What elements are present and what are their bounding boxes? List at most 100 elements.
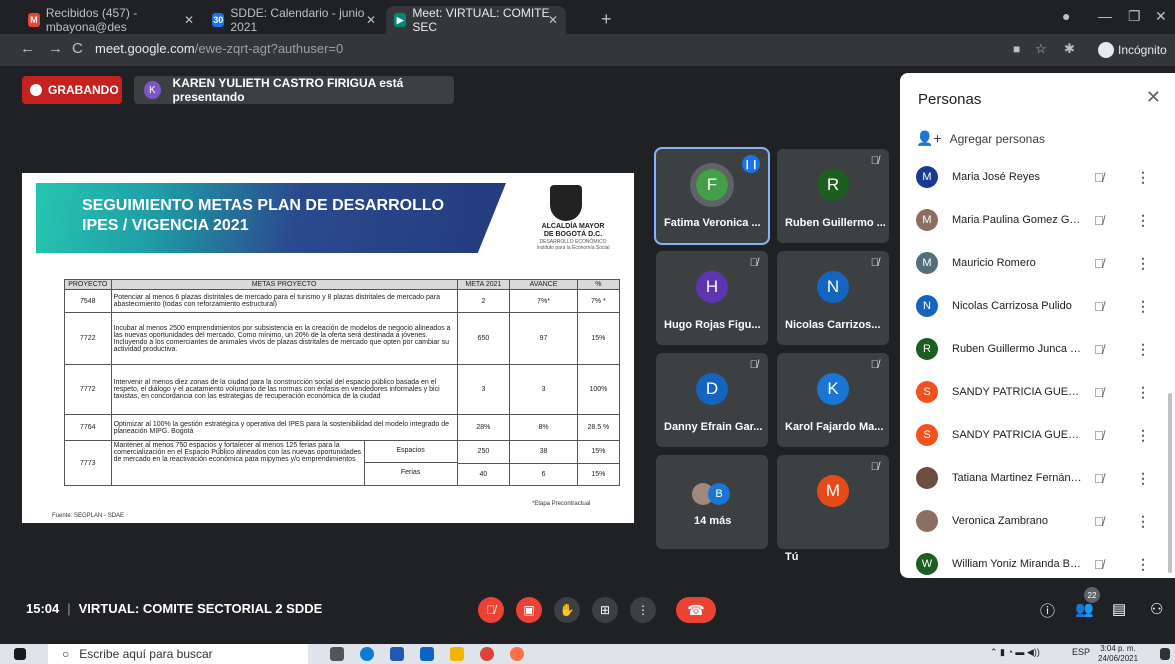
participant-row[interactable]: M Mauricio Romero 🎙̸ ⋮ bbox=[900, 243, 1170, 283]
more-vert-icon[interactable]: ⋮ bbox=[1136, 470, 1150, 487]
meeting-info: 15:04 | VIRTUAL: COMITE SECTORIAL 2 SDDE bbox=[26, 601, 323, 616]
mic-off-icon: 🎙̸ bbox=[870, 359, 879, 371]
participant-avatar: W bbox=[916, 553, 938, 575]
participant-row[interactable]: W William Yoniz Miranda Bran 🎙̸ ⋮ bbox=[900, 544, 1170, 584]
mic-off-icon: 🎙̸ bbox=[870, 155, 879, 167]
participant-tile[interactable]: R 🎙̸ Ruben Guillermo ... bbox=[777, 149, 889, 243]
participant-name: Nicolas Carrizos... bbox=[785, 319, 881, 331]
participant-tile[interactable]: H 🎙̸ Hugo Rojas Figu... bbox=[656, 251, 768, 345]
chat-icon[interactable]: ▤ bbox=[1112, 600, 1126, 618]
close-panel-icon[interactable]: ✕ bbox=[1146, 87, 1161, 108]
bookmark-star-icon[interactable]: ☆ bbox=[1035, 41, 1047, 57]
reload-icon[interactable]: C bbox=[72, 40, 83, 57]
more-vert-icon[interactable]: ⋮ bbox=[1136, 169, 1150, 186]
more-vert-icon[interactable]: ⋮ bbox=[1136, 513, 1150, 530]
participant-tile[interactable]: N 🎙̸ Nicolas Carrizos... bbox=[777, 251, 889, 345]
info-icon[interactable]: ⓘ bbox=[1040, 600, 1055, 621]
participants-count-badge: 22 bbox=[1084, 587, 1100, 603]
maximize-icon[interactable]: ❐ bbox=[1128, 8, 1141, 25]
task-view-icon[interactable] bbox=[330, 647, 344, 661]
more-vert-icon[interactable]: ⋮ bbox=[1136, 341, 1150, 358]
participant-row[interactable]: R Ruben Guillermo Junca M... 🎙̸ ⋮ bbox=[900, 329, 1170, 369]
participant-row[interactable]: M Maria Paulina Gomez Go... 🎙̸ ⋮ bbox=[900, 200, 1170, 240]
participant-avatar: M bbox=[817, 475, 849, 507]
recording-indicator[interactable]: GRABANDO bbox=[22, 76, 122, 104]
participant-tile[interactable]: F ❙❙ Fatima Veronica ... bbox=[654, 147, 770, 245]
participant-row[interactable]: S SANDY PATRICIA GUERRE... 🎙̸ ⋮ bbox=[900, 415, 1170, 455]
more-vert-icon[interactable]: ⋮ bbox=[1136, 212, 1150, 229]
panel-scrollbar[interactable] bbox=[1168, 393, 1172, 573]
chrome-icon[interactable] bbox=[480, 647, 494, 661]
participant-name: Tatiana Martinez Fernánd... bbox=[952, 472, 1084, 484]
tab-meet[interactable]: ▶ Meet: VIRTUAL: COMITE SEC ✕ bbox=[386, 6, 566, 34]
participant-name: SANDY PATRICIA GUERRE... bbox=[952, 386, 1084, 398]
camera-toggle-button[interactable]: ▣ bbox=[516, 597, 542, 623]
more-vert-icon[interactable]: ⋮ bbox=[1136, 298, 1150, 315]
mic-off-icon: 🎙̸ bbox=[749, 359, 758, 371]
new-tab-icon[interactable]: + bbox=[601, 9, 612, 30]
app-icon[interactable] bbox=[390, 647, 404, 661]
participant-row[interactable]: Tatiana Martinez Fernánd... 🎙̸ ⋮ bbox=[900, 458, 1170, 498]
close-tab-icon[interactable]: ✕ bbox=[548, 13, 558, 27]
url-field[interactable]: meet.google.com/ewe-zqrt-agt?authuser=0 bbox=[95, 41, 343, 56]
close-window-icon[interactable]: ✕ bbox=[1155, 8, 1167, 25]
tray-icons[interactable]: ⌃ ▮ ◔ ▬ ◀)) bbox=[990, 647, 1040, 658]
panel-title: Personas bbox=[918, 91, 982, 108]
presenting-banner: K KAREN YULIETH CASTRO FIRIGUA está pres… bbox=[134, 76, 454, 104]
windows-start-icon[interactable] bbox=[14, 648, 26, 660]
camera-icon[interactable]: ■ bbox=[1013, 42, 1020, 56]
edge-icon[interactable] bbox=[360, 647, 374, 661]
participant-row[interactable]: M Maria José Reyes 🎙̸ ⋮ bbox=[900, 157, 1170, 197]
mic-off-icon: 🎙̸ bbox=[486, 603, 496, 617]
present-button[interactable]: ⊞ bbox=[592, 597, 618, 623]
record-dot-icon bbox=[30, 84, 42, 96]
mail-icon[interactable] bbox=[420, 647, 434, 661]
more-vert-icon[interactable]: ⋮ bbox=[1136, 427, 1150, 444]
close-tab-icon[interactable]: ✕ bbox=[184, 13, 194, 27]
participant-row[interactable]: Veronica Zambrano 🎙̸ ⋮ bbox=[900, 501, 1170, 541]
extensions-icon[interactable]: ✱ bbox=[1064, 41, 1075, 57]
incognito-badge[interactable]: Incógnito bbox=[1092, 39, 1173, 61]
add-people-button[interactable]: 👤+ Agregar personas bbox=[916, 130, 1045, 147]
participant-row[interactable]: S SANDY PATRICIA GUERRE... 🎙̸ ⋮ bbox=[900, 372, 1170, 412]
table-row: 7722 Incubar al menos 2500 emprendimient… bbox=[64, 312, 621, 365]
participant-row[interactable]: N Nicolas Carrizosa Pulido 🎙̸ ⋮ bbox=[900, 286, 1170, 326]
tab-calendar[interactable]: 30 SDDE: Calendario - junio 2021 ✕ bbox=[204, 6, 384, 34]
activities-icon[interactable]: ⚇ bbox=[1150, 600, 1163, 618]
mic-off-icon: 🎙̸ bbox=[1094, 513, 1104, 529]
more-vert-icon[interactable]: ⋮ bbox=[1136, 384, 1150, 401]
more-vert-icon[interactable]: ⋮ bbox=[1136, 556, 1150, 573]
more-options-button[interactable]: ⋮ bbox=[630, 597, 656, 623]
profile-dropdown-icon[interactable]: ● bbox=[1062, 8, 1070, 24]
mic-toggle-button[interactable]: 🎙̸ bbox=[478, 597, 504, 623]
taskbar-search[interactable]: ○ Escribe aquí para buscar bbox=[48, 644, 308, 664]
file-explorer-icon[interactable] bbox=[450, 647, 464, 661]
slide-source: Fuente: SEGPLAN - SDAE bbox=[52, 513, 125, 519]
participant-name: Veronica Zambrano bbox=[952, 515, 1048, 527]
close-tab-icon[interactable]: ✕ bbox=[366, 13, 376, 27]
presenting-text: KAREN YULIETH CASTRO FIRIGUA está presen… bbox=[172, 76, 404, 104]
notifications-icon[interactable] bbox=[1160, 648, 1170, 660]
meta-text-7773: Mantener al menos 750 espacios y fortale… bbox=[113, 442, 362, 463]
minimize-icon[interactable]: — bbox=[1098, 8, 1112, 24]
leave-call-button[interactable]: ☎ bbox=[676, 597, 716, 623]
participant-name: Tú bbox=[785, 551, 799, 563]
back-icon[interactable]: ← bbox=[20, 40, 35, 57]
participant-name: Danny Efrain Gar... bbox=[664, 421, 763, 433]
participant-avatar: N bbox=[817, 271, 849, 303]
participant-tile[interactable]: K 🎙̸ Karol Fajardo Ma... bbox=[777, 353, 889, 447]
forward-icon[interactable]: → bbox=[48, 40, 63, 57]
more-vert-icon[interactable]: ⋮ bbox=[1136, 255, 1150, 272]
firefox-icon[interactable] bbox=[510, 647, 524, 661]
more-participants-tile[interactable]: B 14 más bbox=[656, 455, 768, 549]
system-clock[interactable]: 3:04 p. m. 24/06/2021 bbox=[1098, 644, 1138, 664]
participant-name: William Yoniz Miranda Bran bbox=[952, 558, 1084, 570]
self-tile[interactable]: M 🎙̸ Tú bbox=[777, 455, 889, 563]
participant-avatar: R bbox=[817, 169, 849, 201]
raise-hand-button[interactable]: ✋ bbox=[554, 597, 580, 623]
search-icon: ○ bbox=[62, 647, 70, 661]
table-row: 7773 Mantener al menos 750 espacios y fo… bbox=[64, 440, 621, 486]
language-indicator[interactable]: ESP bbox=[1072, 647, 1090, 657]
tab-gmail[interactable]: M Recibidos (457) - mbayona@des ✕ bbox=[20, 6, 202, 34]
participant-tile[interactable]: D 🎙̸ Danny Efrain Gar... bbox=[656, 353, 768, 447]
